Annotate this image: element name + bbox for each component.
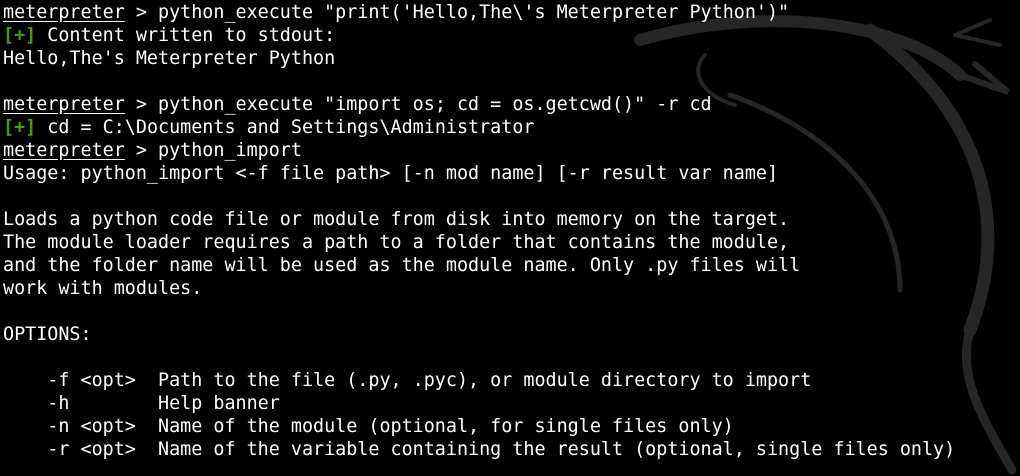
success-marker: [+]: [3, 117, 37, 138]
output-line: The module loader requires a path to a f…: [3, 231, 955, 254]
meterpreter-prompt: meterpreter: [3, 140, 125, 161]
line-text: -h Help banner: [3, 393, 280, 414]
line-text: -f <opt> Path to the file (.py, .pyc), o…: [3, 370, 812, 391]
line-text: Hello,The's Meterpreter Python: [3, 48, 336, 69]
success-marker: [+]: [3, 25, 37, 46]
output-line: OPTIONS:: [3, 323, 955, 346]
meterpreter-prompt: meterpreter: [3, 94, 125, 115]
output-line: Hello,The's Meterpreter Python: [3, 47, 955, 70]
line-text: work with modules.: [3, 278, 203, 299]
output-line: Loads a python code file or module from …: [3, 208, 955, 231]
line-text: Content written to stdout:: [36, 25, 336, 46]
output-line: -h Help banner: [3, 392, 955, 415]
line-text: cd = C:\Documents and Settings\Administr…: [36, 117, 535, 138]
output-line: -n <opt> Name of the module (optional, f…: [3, 415, 955, 438]
terminal-output: meterpreter > python_execute "print('Hel…: [3, 1, 955, 461]
meterpreter-prompt: meterpreter: [3, 2, 125, 23]
output-line: work with modules.: [3, 277, 955, 300]
line-text: > python_execute "print('Hello,The\'s Me…: [124, 2, 790, 23]
output-line: and the folder name will be used as the …: [3, 254, 955, 277]
line-text: Loads a python code file or module from …: [3, 209, 790, 230]
output-line: -f <opt> Path to the file (.py, .pyc), o…: [3, 369, 955, 392]
output-line: Usage: python_import <-f file path> [-n …: [3, 162, 955, 185]
line-text: > python_execute "import os; cd = os.get…: [124, 94, 712, 115]
status-line: [+] cd = C:\Documents and Settings\Admin…: [3, 116, 955, 139]
line-text: -n <opt> Name of the module (optional, f…: [3, 416, 734, 437]
command-line: meterpreter > python_import: [3, 139, 955, 162]
terminal-window[interactable]: meterpreter > python_execute "print('Hel…: [0, 0, 1020, 476]
line-text: > python_import: [124, 140, 302, 161]
line-text: Usage: python_import <-f file path> [-n …: [3, 163, 779, 184]
output-line: -r <opt> Name of the variable containing…: [3, 438, 955, 461]
line-text: -r <opt> Name of the variable containing…: [3, 439, 956, 460]
status-line: [+] Content written to stdout:: [3, 24, 955, 47]
line-text: The module loader requires a path to a f…: [3, 232, 790, 253]
line-text: and the folder name will be used as the …: [3, 255, 801, 276]
command-line: meterpreter > python_execute "import os;…: [3, 93, 955, 116]
line-text: OPTIONS:: [3, 324, 92, 345]
command-line: meterpreter > python_execute "print('Hel…: [3, 1, 955, 24]
